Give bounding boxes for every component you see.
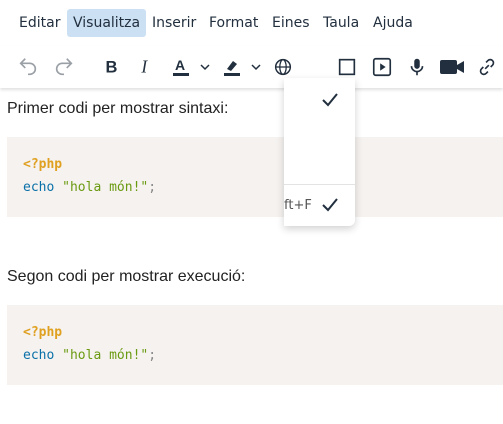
bold-icon: B: [106, 59, 118, 77]
menu-shortcut: ft+F: [284, 198, 312, 213]
menu-inserir[interactable]: Inserir: [146, 9, 202, 37]
code-line: echo "hola món!";: [23, 180, 156, 195]
svg-text:I: I: [140, 57, 148, 77]
chevron-down-icon: [200, 64, 210, 71]
menu-item-checked[interactable]: [320, 90, 340, 115]
microphone-button[interactable]: [404, 50, 430, 84]
svg-text:A: A: [175, 57, 185, 73]
menu-item-checked[interactable]: [320, 195, 340, 220]
italic-button[interactable]: I: [132, 50, 160, 84]
video-button[interactable]: [437, 50, 467, 84]
code-keyword: echo: [23, 180, 55, 195]
preview-icon: [338, 58, 356, 76]
code-line: <?php: [23, 157, 63, 172]
menu-separator: [284, 184, 355, 185]
highlight-color-dropdown[interactable]: [248, 50, 264, 84]
paragraph: Primer codi per mostrar sintaxi:: [7, 100, 229, 117]
link-icon: [479, 58, 495, 76]
code-line: <?php: [23, 325, 63, 340]
code-line: echo "hola món!";: [23, 348, 156, 363]
menu-ajuda[interactable]: Ajuda: [367, 9, 419, 37]
menubar: Editar Visualitza Inserir Format Eines T…: [0, 0, 503, 46]
menu-editar[interactable]: Editar: [13, 9, 66, 37]
text-color-icon: A: [173, 57, 189, 76]
highlight-color-icon: [224, 61, 240, 76]
menu-visualitza[interactable]: Visualitza: [67, 9, 147, 37]
code-punctuation: ;: [148, 180, 157, 195]
microphone-icon: [410, 58, 424, 76]
code-block[interactable]: <?php echo "hola món!";: [7, 137, 503, 217]
bold-button[interactable]: B: [97, 50, 125, 84]
highlight-color-button[interactable]: [218, 50, 246, 84]
toolbar: B I A: [0, 46, 503, 88]
code-punctuation: ;: [148, 348, 157, 363]
redo-button[interactable]: [50, 50, 78, 84]
link-button[interactable]: [474, 50, 500, 84]
video-camera-icon: [440, 60, 464, 74]
menu-taula[interactable]: Taula: [317, 9, 365, 37]
code-string: "hola món!": [62, 348, 149, 363]
italic-icon: I: [140, 57, 148, 77]
svg-text:B: B: [106, 59, 118, 77]
chevron-down-icon: [251, 64, 261, 71]
media-button[interactable]: [369, 50, 395, 84]
text-color-button[interactable]: A: [167, 50, 195, 84]
language-icon: [274, 58, 292, 76]
code-block[interactable]: <?php echo "hola món!";: [7, 305, 503, 385]
undo-icon: [19, 58, 37, 76]
code-keyword: echo: [23, 348, 55, 363]
code-string: "hola món!": [62, 180, 149, 195]
view-menu-dropdown: ft+F: [284, 78, 355, 226]
media-icon: [372, 57, 392, 77]
menu-format[interactable]: Format: [203, 9, 264, 37]
redo-icon: [55, 58, 73, 76]
menu-eines[interactable]: Eines: [266, 9, 316, 37]
paragraph: Segon codi per mostrar execució:: [7, 268, 246, 285]
editor-content[interactable]: Primer codi per mostrar sintaxi: <?php e…: [0, 88, 503, 424]
checkmark-icon: [322, 93, 338, 107]
checkmark-icon: [322, 198, 338, 212]
undo-button[interactable]: [14, 50, 42, 84]
text-color-dropdown[interactable]: [197, 50, 213, 84]
